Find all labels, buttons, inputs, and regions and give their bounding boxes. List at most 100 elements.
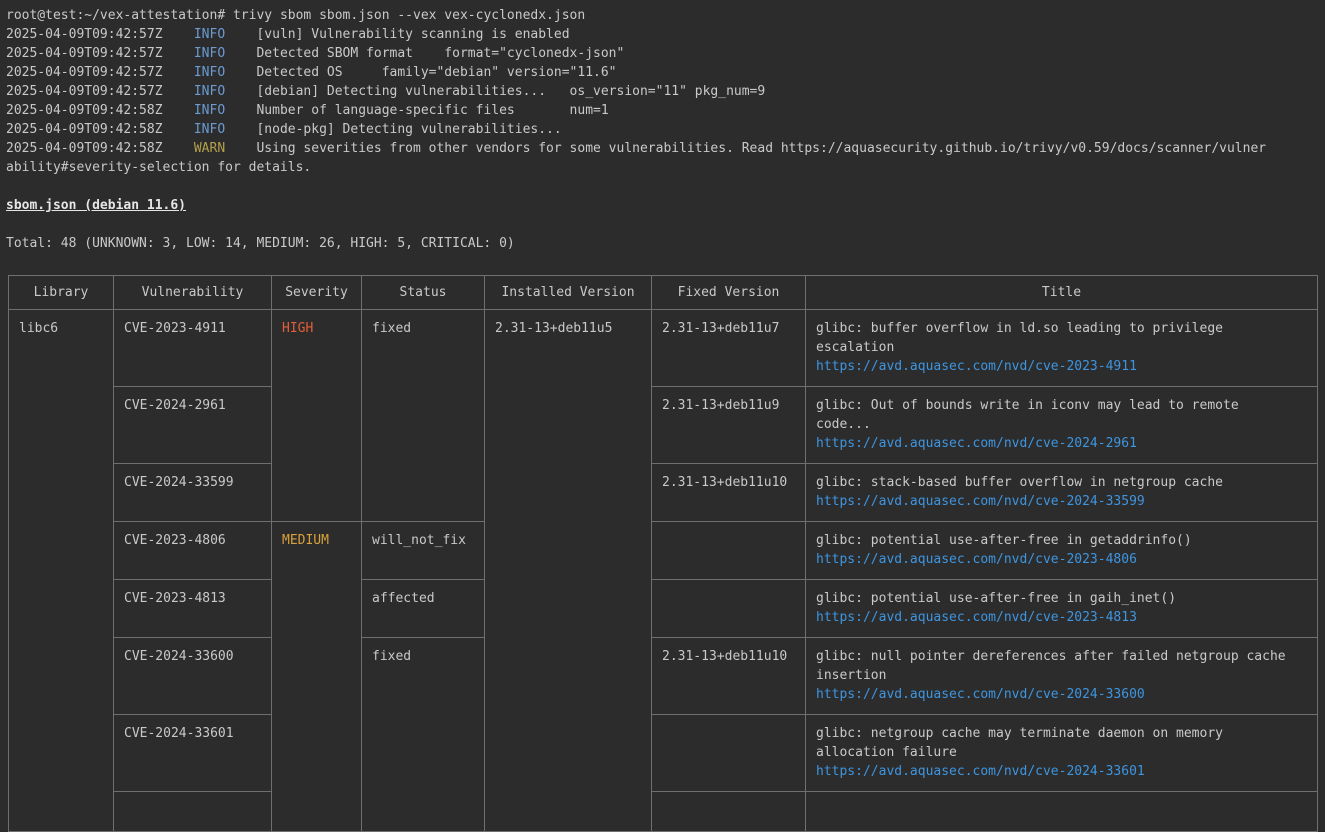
fixed-version-text: 2.31-13+deb11u7 — [662, 321, 780, 336]
shell-prompt: root@test:~/vex-attestation# — [6, 8, 226, 23]
cell-status: will_not_fix — [361, 521, 485, 580]
vulnerability-text: CVE-2023-4813 — [124, 591, 226, 606]
log-message: ability#severity-selection for details. — [6, 160, 312, 175]
command-text: trivy sbom sbom.json --vex vex-cyclonedx… — [232, 8, 586, 23]
log-line: 2025-04-09T09:42:58Z INFO [node-pkg] Det… — [6, 120, 1319, 139]
log-line: 2025-04-09T09:42:57Z INFO [vuln] Vulnera… — [6, 25, 1319, 44]
vulnerability-link[interactable]: https://avd.aquasec.com/nvd/cve-2023-491… — [816, 357, 1307, 376]
table-row: CVE-2024-33600 fixed 2.31-13+deb11u10 glibc… — [9, 637, 1318, 832]
fixed-version-text: 2.31-13+deb11u9 — [662, 398, 780, 413]
log-message: Detected SBOM format format="cyclonedx-j… — [256, 46, 625, 61]
cell-title: glibc: stack-based buffer overflow in ne… — [805, 463, 1318, 522]
cell-title: glibc: potential use-after-free in getad… — [805, 521, 1318, 580]
vulnerability-summary: Total: 48 (UNKNOWN: 3, LOW: 14, MEDIUM: … — [6, 236, 515, 251]
vulnerability-text: CVE-2024-33601 — [124, 726, 234, 741]
severity-text: HIGH — [282, 321, 314, 336]
table-row: CVE-2023-4806 MEDIUM will_not_fix glibc: po… — [9, 521, 1318, 832]
title-text: glibc: null pointer dereferences after f… — [816, 649, 1286, 683]
table-header-row: Library Vulnerability Severity Status Instal… — [8, 275, 1318, 310]
command-line: root@test:~/vex-attestation# trivy sbom … — [6, 6, 1319, 25]
log-message: [debian] Detecting vulnerabilities... os… — [256, 84, 766, 99]
title-text: glibc: buffer overflow in ld.so leading … — [816, 321, 1223, 355]
log-line: 2025-04-09T09:42:57Z INFO [debian] Detec… — [6, 82, 1319, 101]
vulnerability-text: CVE-2024-33599 — [124, 475, 234, 490]
cell-vulnerability: CVE-2024-33600 — [113, 637, 272, 715]
title-text: glibc: netgroup cache may terminate daem… — [816, 726, 1223, 760]
cell-title: glibc: null pointer dereferences after f… — [805, 637, 1318, 715]
log-line: 2025-04-09T09:42:57Z INFO Detected OS fa… — [6, 63, 1319, 82]
column-header-library: Library — [8, 275, 114, 310]
installed-version-text: 2.31-13+deb11u5 — [495, 321, 613, 336]
table-row: CVE-2024-33601 glibc: netgroup cache may … — [9, 714, 1318, 792]
cell-title: glibc: potential use-after-free in gaih_… — [805, 579, 1318, 638]
column-header-vulnerability: Vulnerability — [113, 275, 272, 310]
cell-vulnerability: CVE-2023-4813 — [113, 579, 272, 638]
cell-fixed-version — [651, 521, 806, 580]
log-message: Detected OS family="debian" version="11.… — [256, 65, 617, 80]
cell-fixed-version: 2.31-13+deb11u10 — [651, 637, 806, 715]
log-level: INFO — [193, 122, 257, 137]
vulnerability-text: CVE-2023-4806 — [124, 533, 226, 548]
log-message: Number of language-specific files num=1 — [256, 103, 609, 118]
title-text: glibc: stack-based buffer overflow in ne… — [816, 475, 1223, 490]
log-line: 2025-04-09T09:42:57Z INFO Detected SBOM … — [6, 44, 1319, 63]
log-level: WARN — [193, 141, 257, 156]
cell-vulnerability: CVE-2024-33601 — [113, 714, 272, 792]
cell-vulnerability: CVE-2023-4911 — [113, 309, 272, 387]
log-message: [vuln] Vulnerability scanning is enabled — [256, 27, 570, 42]
table-row: CVE-2024-2961 2.31-13+deb11u9 glibc: Out o… — [9, 386, 1318, 464]
fixed-version-text: 2.31-13+deb11u10 — [662, 475, 788, 490]
log-line: 2025-04-09T09:42:58Z WARN Using severiti… — [6, 139, 1319, 158]
vulnerability-link[interactable]: https://avd.aquasec.com/nvd/cve-2024-336… — [816, 685, 1307, 704]
cell-title: glibc: buffer overflow in ld.so leading … — [805, 309, 1318, 387]
report-target-heading: sbom.json (debian 11.6) — [6, 198, 187, 213]
cell-fixed-version: 2.31-13+deb11u9 — [651, 386, 806, 464]
log-timestamp: 2025-04-09T09:42:58Z — [6, 103, 194, 118]
cell-vulnerability: CVE-2024-2961 — [113, 386, 272, 464]
table-header: Library Vulnerability Severity Status Instal… — [8, 275, 1318, 310]
log-timestamp: 2025-04-09T09:42:57Z — [6, 46, 194, 61]
vulnerability-link[interactable]: https://avd.aquasec.com/nvd/cve-2024-296… — [816, 434, 1307, 453]
column-header-severity: Severity — [271, 275, 362, 310]
table-body: libc6 CVE-2023-4911 HIGH fixed 2.31-13+deb11… — [8, 309, 1318, 832]
cell-vulnerability: CVE-2023-4806 — [113, 521, 272, 580]
cell-fixed-version: 2.31-13+deb11u10 — [651, 463, 806, 522]
log-level: INFO — [193, 84, 257, 99]
cell-fixed-version: 2.31-13+deb11u7 — [651, 309, 806, 387]
cell-title: glibc: Out of bounds write in iconv may … — [805, 386, 1318, 464]
cell-title — [805, 791, 1318, 832]
terminal-window[interactable]: { "colors": { "background": "#2c2c2c", "… — [0, 0, 1325, 832]
log-level: INFO — [193, 103, 257, 118]
log-line: 2025-04-09T09:42:58Z INFO Number of lang… — [6, 101, 1319, 120]
cell-vulnerability — [113, 791, 272, 832]
status-text: fixed — [372, 321, 412, 336]
table-row — [9, 791, 1318, 832]
cell-status: fixed — [361, 309, 485, 522]
table-row: CVE-2024-33599 2.31-13+deb11u10 glibc: sta… — [9, 463, 1318, 522]
vulnerability-link[interactable]: https://avd.aquasec.com/nvd/cve-2023-480… — [816, 550, 1307, 569]
status-text: affected — [372, 591, 435, 606]
severity-text: MEDIUM — [282, 533, 329, 548]
table-row: libc6 CVE-2023-4911 HIGH fixed 2.31-13+deb11… — [8, 309, 1318, 832]
log-level: INFO — [193, 27, 257, 42]
vulnerability-link[interactable]: https://avd.aquasec.com/nvd/cve-2024-335… — [816, 492, 1307, 511]
vulnerability-text: CVE-2023-4911 — [124, 321, 226, 336]
log-level: INFO — [193, 65, 257, 80]
status-text: fixed — [372, 649, 412, 664]
column-header-title: Title — [805, 275, 1318, 310]
log-timestamp: 2025-04-09T09:42:57Z — [6, 65, 194, 80]
vulnerability-link[interactable]: https://avd.aquasec.com/nvd/cve-2023-481… — [816, 608, 1307, 627]
vulnerability-table: Library Vulnerability Severity Status Instal… — [8, 275, 1318, 832]
vulnerability-link[interactable]: https://avd.aquasec.com/nvd/cve-2024-336… — [816, 762, 1307, 781]
log-timestamp: 2025-04-09T09:42:58Z — [6, 141, 194, 156]
log-message: [node-pkg] Detecting vulnerabilities... — [256, 122, 562, 137]
library-text: libc6 — [19, 321, 59, 336]
log-output: 2025-04-09T09:42:57Z INFO [vuln] Vulnera… — [6, 25, 1319, 177]
cell-fixed-version — [651, 791, 806, 832]
table-row: CVE-2023-4813 affected glibc: potential us… — [9, 579, 1318, 638]
cell-severity: MEDIUM — [271, 521, 362, 832]
cell-title: glibc: netgroup cache may terminate daem… — [805, 714, 1318, 792]
status-text: will_not_fix — [372, 533, 466, 548]
vulnerability-text: CVE-2024-33600 — [124, 649, 234, 664]
